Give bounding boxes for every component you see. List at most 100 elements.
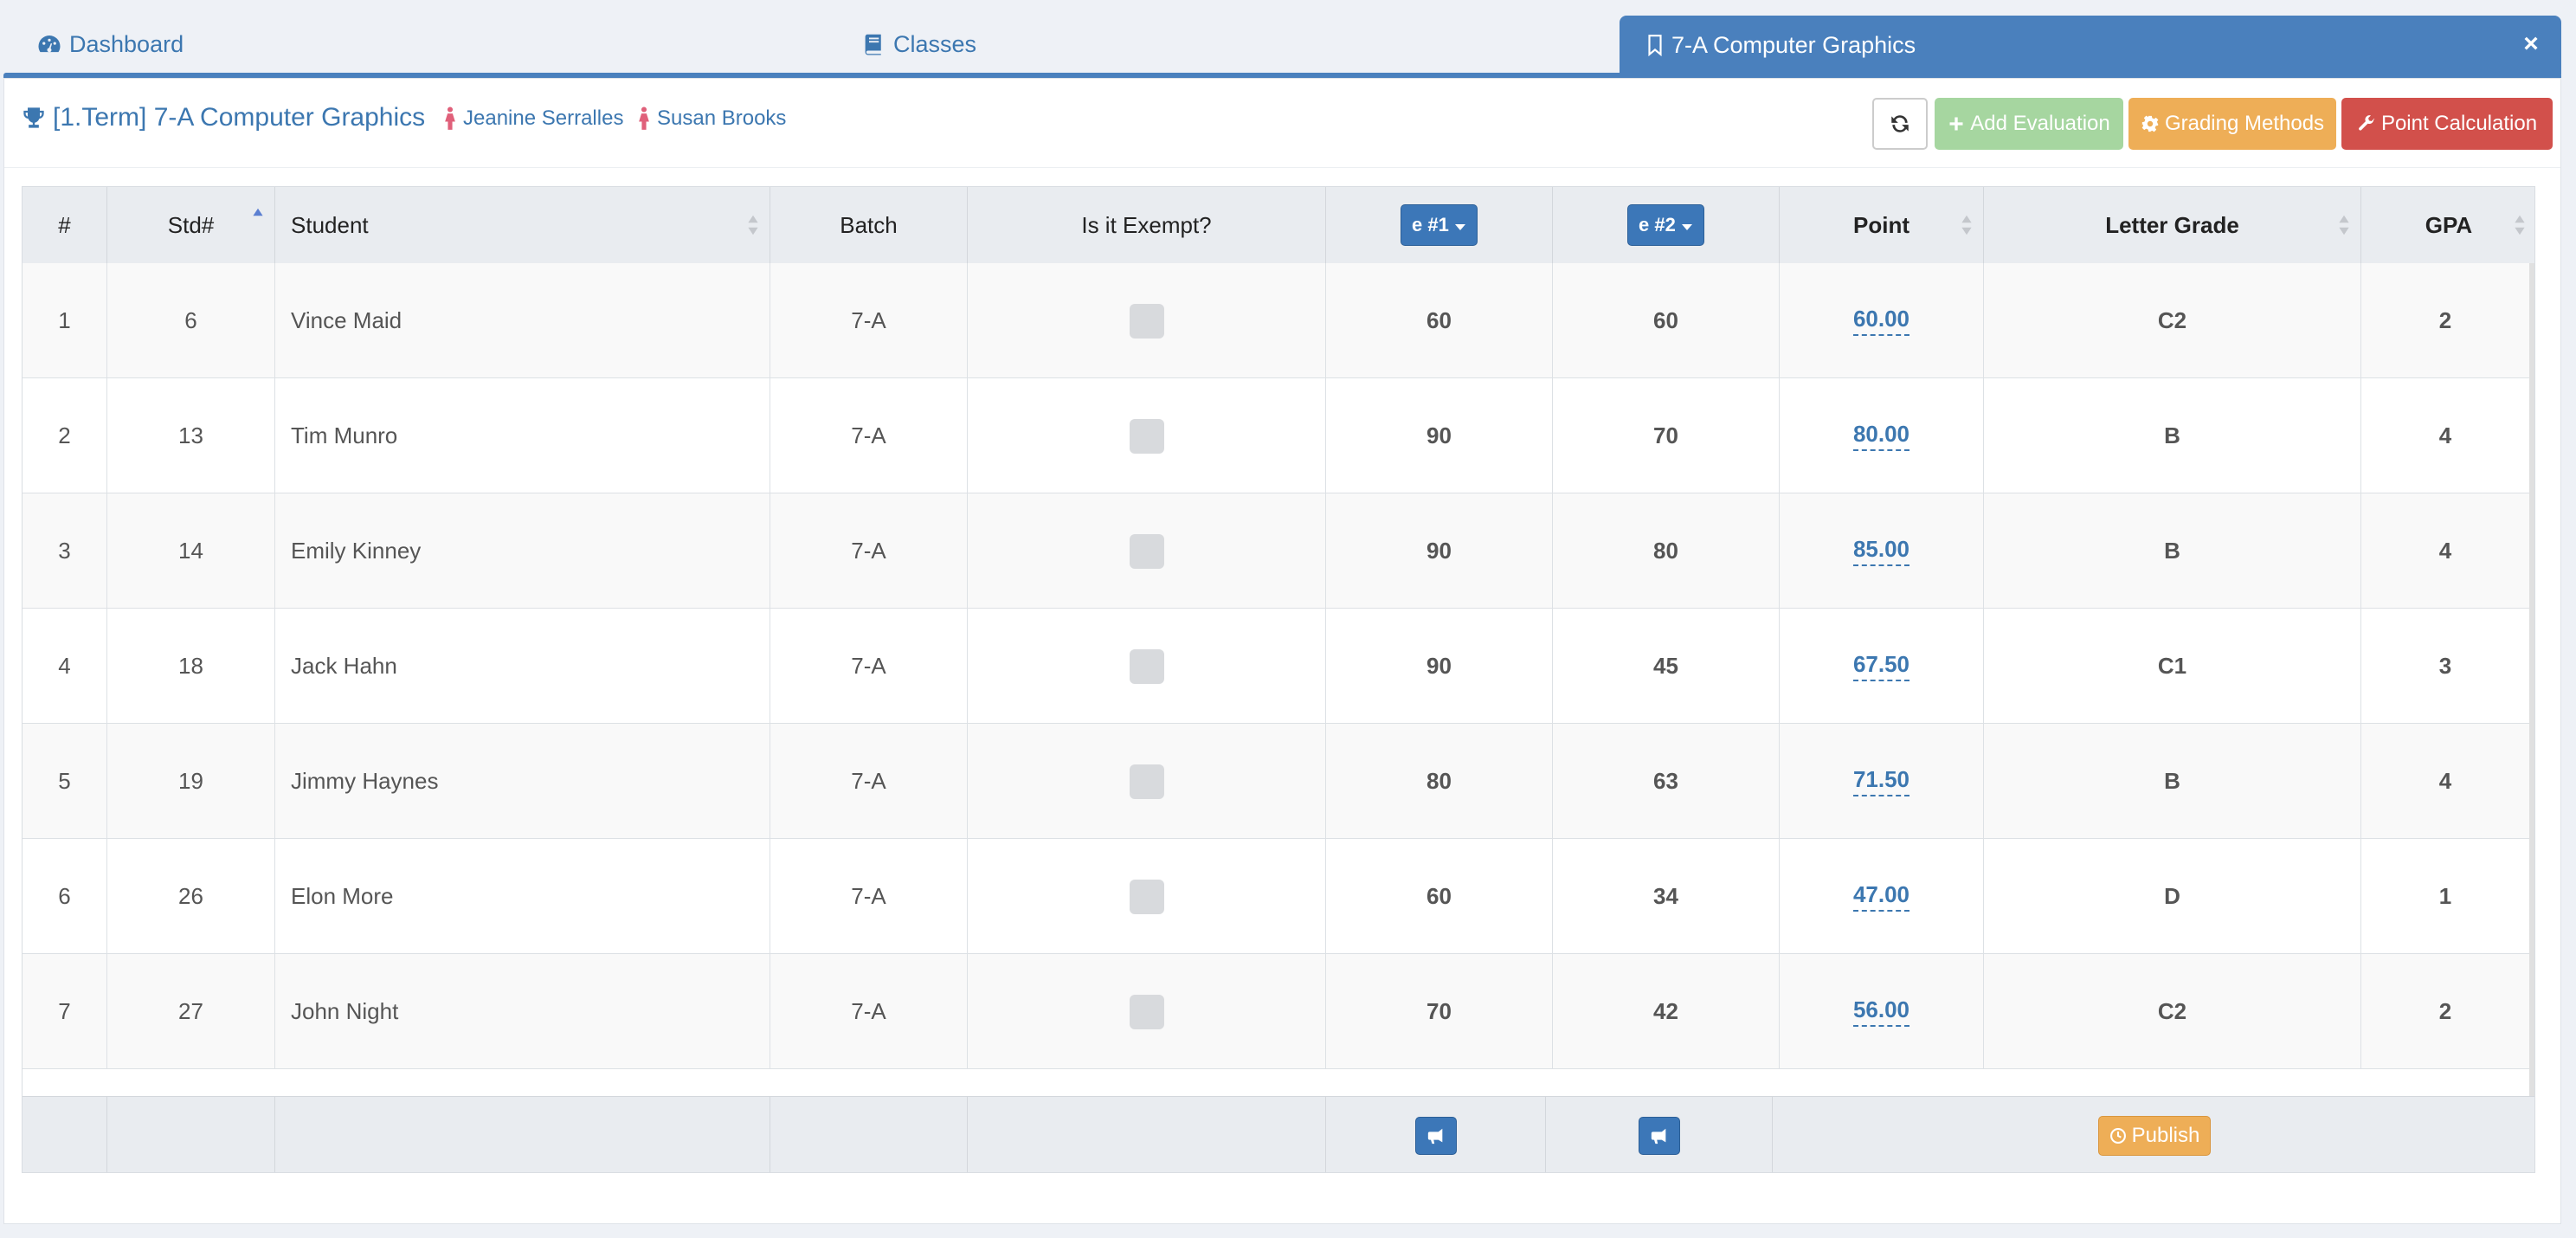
announce-evaluation-2-button[interactable] [1638,1117,1680,1155]
refresh-button[interactable] [1872,98,1928,150]
cell-e2-value: 45 [1653,653,1678,679]
exempt-checkbox[interactable] [1129,418,1164,454]
tab-classes[interactable]: Classes [860,16,976,73]
cell-num-value: 6 [58,883,71,909]
tab-computer-graphics-label: 7-A Computer Graphics [1671,31,1916,58]
cell-num-value: 5 [58,768,71,794]
grading-methods-button[interactable]: Grading Methods [2128,98,2336,150]
cell-e2: 63 [1553,724,1780,839]
cell-exempt [968,724,1326,839]
exempt-checkbox[interactable] [1129,648,1164,684]
cell-batch: 7-A [770,724,968,839]
publish-label: Publish [2131,1124,2200,1147]
col-num-header: # [23,187,107,263]
exempt-checkbox[interactable] [1129,533,1164,569]
cell-student: Tim Munro [275,378,770,493]
cell-num: 1 [23,263,107,378]
cell-letter-value: B [2164,538,2180,564]
teacher-link[interactable]: Susan Brooks [636,106,786,131]
vertical-scrollbar[interactable] [2529,263,2534,1096]
cell-gpa: 4 [2361,724,2529,839]
publish-button[interactable]: Publish [2097,1116,2212,1156]
evaluation-1-dropdown[interactable]: e #1 [1401,204,1478,246]
class-title: [1.Term] 7-A Computer Graphics [22,103,425,132]
add-evaluation-button[interactable]: Add Evaluation [1935,98,2123,150]
cell-letter: C1 [1984,609,2361,724]
col-gpa-label: GPA [2425,211,2473,238]
sort-asc-icon [253,208,263,216]
cell-std-value: 26 [178,883,203,909]
cell-batch: 7-A [770,839,968,954]
cell-num-value: 7 [58,998,71,1024]
cell-letter-value: C2 [2157,307,2187,333]
point-value-link[interactable]: 60.00 [1852,306,1910,336]
sort-icon [2515,215,2525,235]
col-batch-header: Batch [770,187,968,263]
close-icon[interactable]: × [2520,31,2542,57]
cell-e2: 34 [1553,839,1780,954]
col-num-label: # [58,211,71,238]
class-panel: [1.Term] 7-A Computer Graphics Jeanine S… [3,78,2561,1224]
bookmark-icon [1648,35,1662,56]
cell-exempt [968,378,1326,493]
refresh-icon [1891,115,1909,132]
cell-e2: 45 [1553,609,1780,724]
cell-student-value: Tim Munro [291,422,398,448]
point-value-link[interactable]: 80.00 [1852,421,1910,451]
tab-dashboard[interactable]: Dashboard [36,16,184,73]
cell-e2: 60 [1553,263,1780,378]
col-gpa-header[interactable]: GPA [2361,187,2534,263]
cell-e1: 90 [1326,378,1553,493]
footer-cell [1546,1097,1773,1172]
point-value-link[interactable]: 56.00 [1852,996,1910,1027]
point-value-link[interactable]: 85.00 [1852,536,1910,566]
tab-computer-graphics[interactable]: 7-A Computer Graphics × [1620,16,2561,74]
col-point-header[interactable]: Point [1780,187,1984,263]
cell-std-value: 27 [178,998,203,1024]
col-letter-header[interactable]: Letter Grade [1984,187,2361,263]
point-value-link[interactable]: 71.50 [1852,766,1910,796]
point-calculation-button[interactable]: Point Calculation [2341,98,2553,150]
col-std-header[interactable]: Std# [107,187,275,263]
cell-letter: C2 [1984,954,2361,1069]
point-value-link[interactable]: 67.50 [1852,651,1910,681]
cell-exempt [968,839,1326,954]
col-e2-header: e #2 [1553,187,1780,263]
exempt-checkbox[interactable] [1129,303,1164,339]
cell-e1-value: 80 [1426,768,1452,794]
add-evaluation-label: Add Evaluation [1970,112,2110,135]
cell-gpa-value: 4 [2438,538,2452,564]
evaluation-2-dropdown[interactable]: e #2 [1627,204,1704,246]
announce-evaluation-1-button[interactable] [1414,1117,1457,1155]
table-row: 3 14 Emily Kinney 7-A 90 80 85.00 B 4 [23,493,2529,609]
cell-std-value: 19 [178,768,203,794]
cell-student-value: John Night [291,998,399,1024]
exempt-checkbox[interactable] [1129,879,1164,914]
trophy-icon [23,107,44,128]
cell-batch: 7-A [770,954,968,1069]
table-row: 5 19 Jimmy Haynes 7-A 80 63 71.50 B 4 [23,724,2529,839]
col-student-header[interactable]: Student [275,187,770,263]
point-value-link[interactable]: 47.00 [1852,881,1910,912]
cell-std: 26 [107,839,275,954]
cell-student-value: Emily Kinney [291,538,422,564]
caret-down-icon [1454,224,1465,230]
cell-point: 56.00 [1780,954,1984,1069]
teacher-link[interactable]: Jeanine Serralles [442,106,623,131]
cell-std-value: 14 [178,538,203,564]
exempt-checkbox[interactable] [1129,764,1164,799]
cell-student: Elon More [275,839,770,954]
female-icon [445,106,455,130]
table-row: 1 6 Vince Maid 7-A 60 60 60.00 C2 2 [23,263,2529,378]
footer-cell [770,1097,968,1172]
evaluation-2-label: e #2 [1639,214,1676,235]
plus-icon [1949,117,1963,131]
cell-e2-value: 70 [1653,422,1678,448]
col-e1-header: e #1 [1326,187,1553,263]
cell-exempt [968,609,1326,724]
cell-exempt [968,954,1326,1069]
cell-gpa-value: 2 [2438,998,2452,1024]
sort-icon [2339,215,2349,235]
footer-cell: Publish [1773,1097,2534,1172]
exempt-checkbox[interactable] [1129,994,1164,1029]
